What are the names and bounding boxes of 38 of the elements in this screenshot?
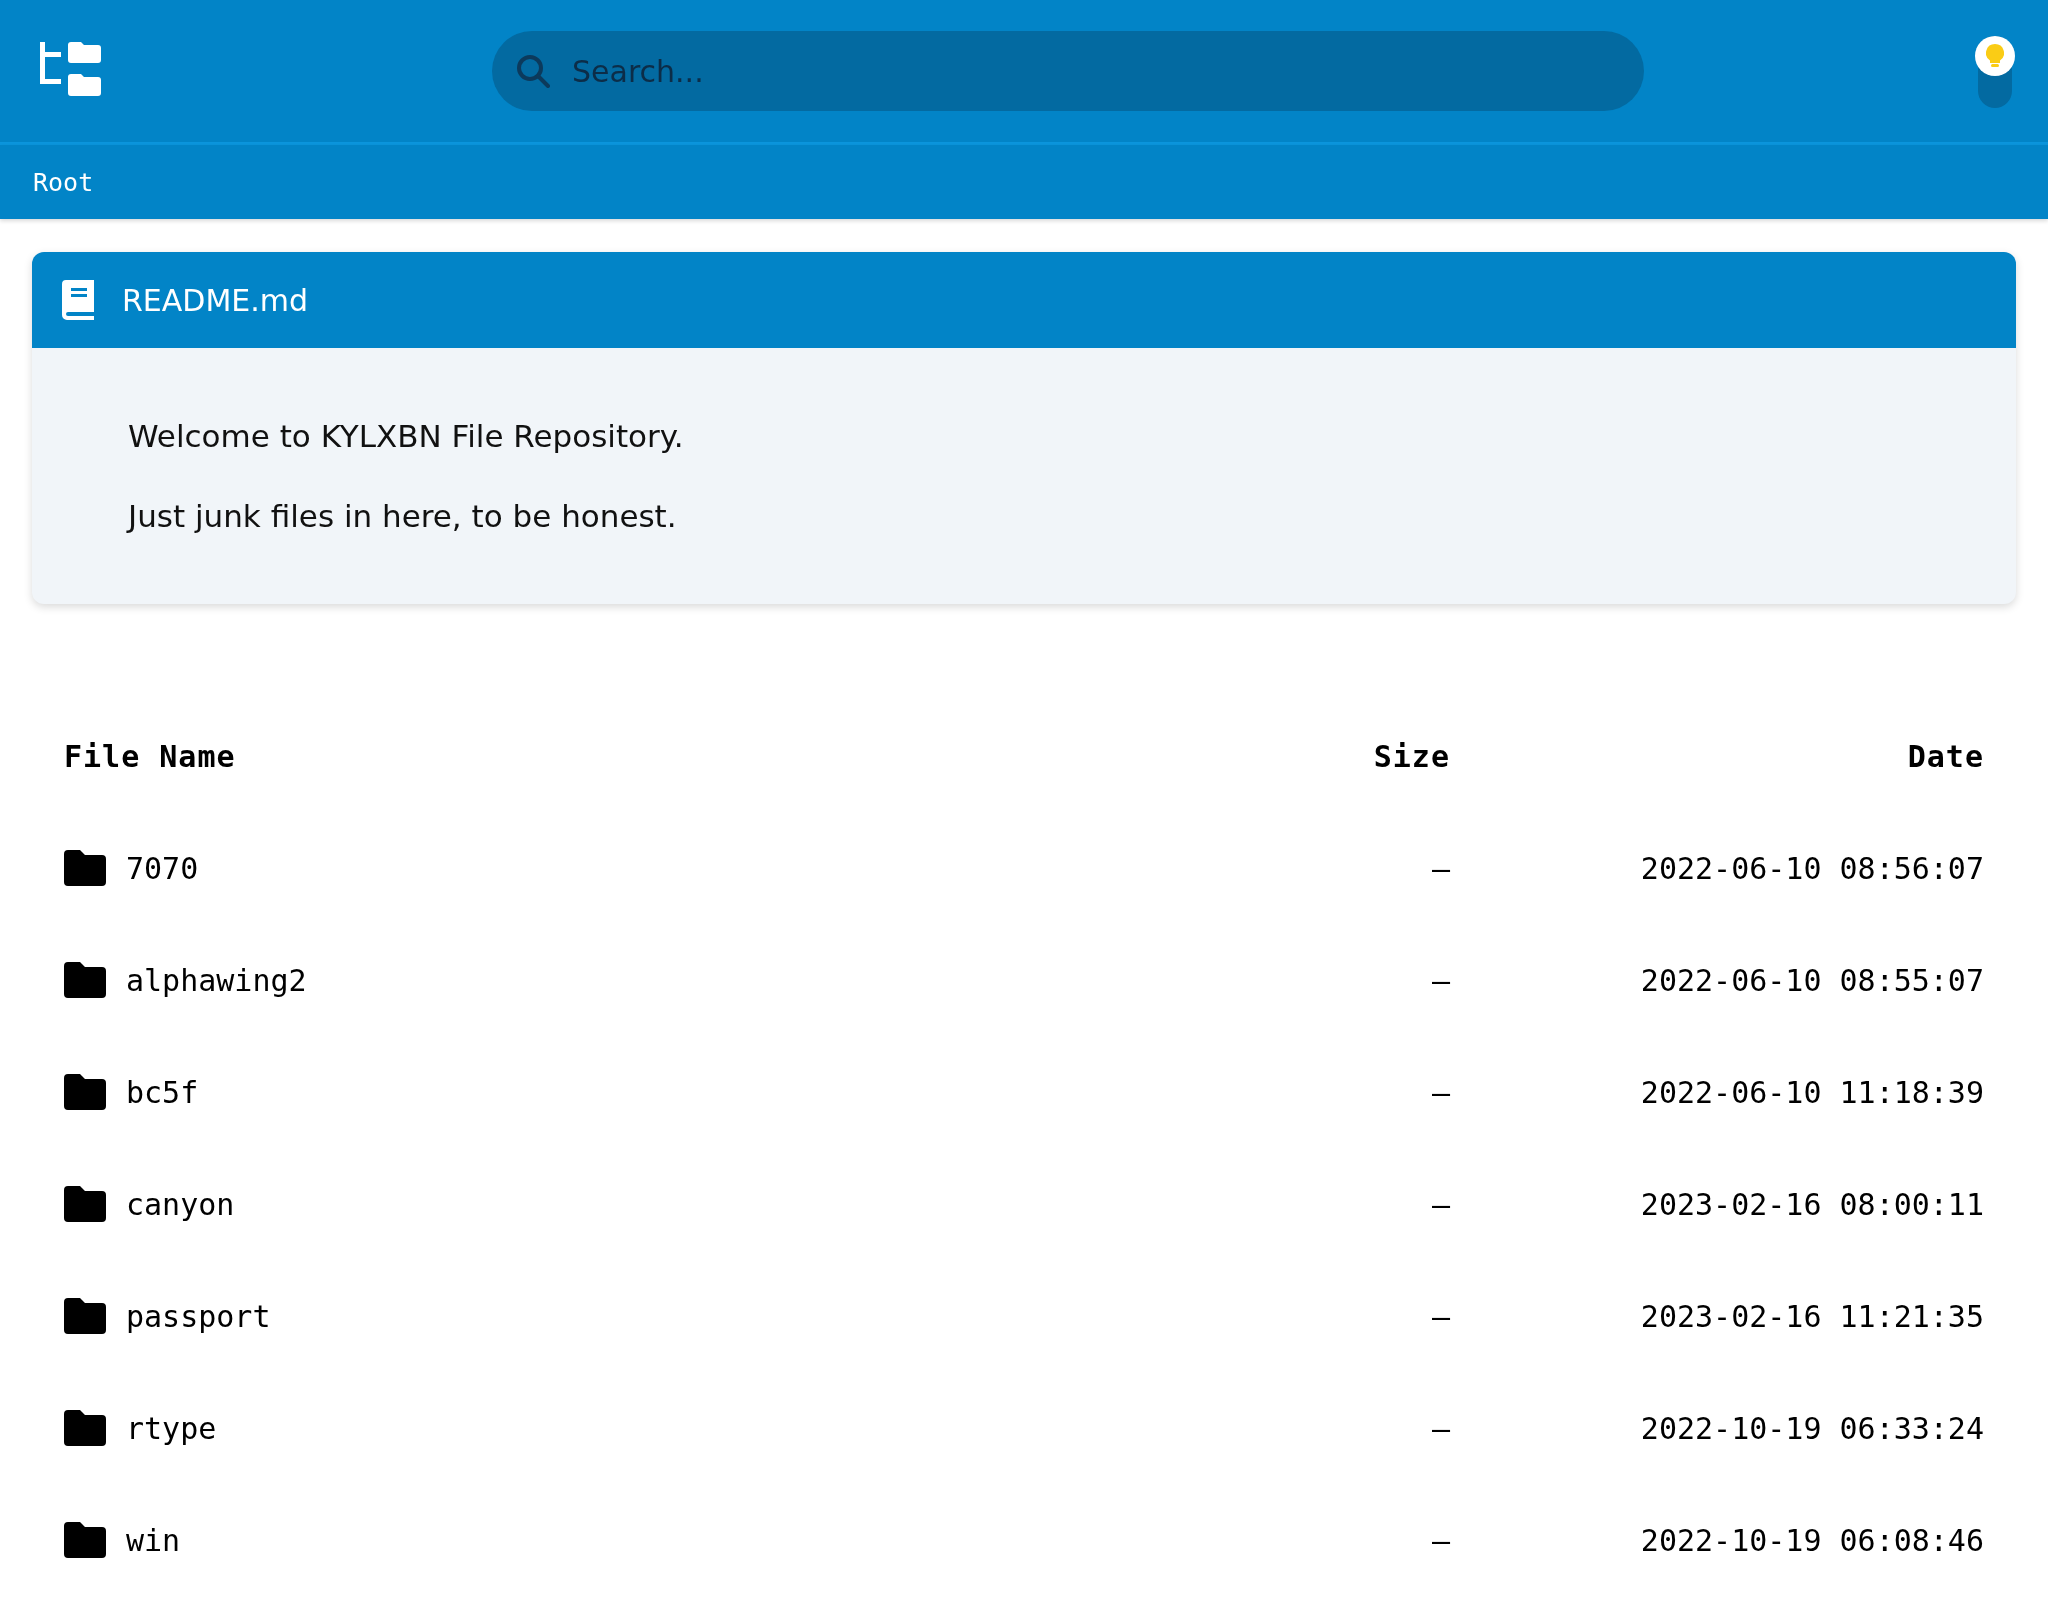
file-name[interactable]: win xyxy=(126,1522,181,1558)
date-cell: 2022-10-19 06:08:46 xyxy=(1640,1522,1984,1558)
folder-icon xyxy=(64,1522,106,1558)
file-name[interactable]: 7070 xyxy=(126,850,199,886)
size-cell: — xyxy=(1431,1522,1450,1558)
date-cell: 2022-06-10 08:55:07 xyxy=(1640,962,1984,998)
readme-paragraph: Just junk files in here, to be honest. xyxy=(128,498,678,534)
file-name[interactable]: alphawing2 xyxy=(126,962,307,998)
size-cell: — xyxy=(1431,962,1450,998)
readme-paragraph: Welcome to KYLXBN File Repository. xyxy=(128,418,685,454)
column-header[interactable]: File Name xyxy=(32,700,1238,812)
date-cell: 2023-02-16 11:21:35 xyxy=(1640,1298,1984,1334)
file-name[interactable]: rtype xyxy=(126,1410,217,1446)
size-cell: — xyxy=(1431,1298,1450,1334)
column-header[interactable]: Date xyxy=(1482,700,2016,812)
folder-icon xyxy=(64,1186,106,1222)
size-cell: — xyxy=(1431,850,1450,886)
file-name[interactable]: passport xyxy=(126,1298,271,1334)
folder-icon xyxy=(64,1298,106,1334)
search-field[interactable]: Search... xyxy=(492,31,1644,111)
date-cell: 2022-06-10 11:18:39 xyxy=(1640,1074,1984,1110)
file-name[interactable]: canyon xyxy=(126,1186,235,1222)
size-cell: — xyxy=(1431,1410,1450,1446)
lightbulb-icon xyxy=(1986,44,2004,68)
folder-icon xyxy=(64,1410,106,1446)
date-cell: 2022-06-10 08:56:07 xyxy=(1640,850,1984,886)
size-cell: — xyxy=(1431,1186,1450,1222)
size-cell: — xyxy=(1431,1074,1450,1110)
folder-icon xyxy=(64,1074,106,1110)
date-cell: 2023-02-16 08:00:11 xyxy=(1640,1186,1984,1222)
theme-toggle[interactable] xyxy=(1978,36,2012,108)
folder-icon xyxy=(64,850,106,886)
breadcrumb-link[interactable]: Root xyxy=(33,167,94,197)
column-header[interactable]: Size xyxy=(1238,700,1482,812)
readme-title: README.md xyxy=(122,282,309,318)
folder-icon xyxy=(64,962,106,998)
date-cell: 2022-10-19 06:33:24 xyxy=(1640,1410,1984,1446)
file-name[interactable]: bc5f xyxy=(126,1074,199,1110)
